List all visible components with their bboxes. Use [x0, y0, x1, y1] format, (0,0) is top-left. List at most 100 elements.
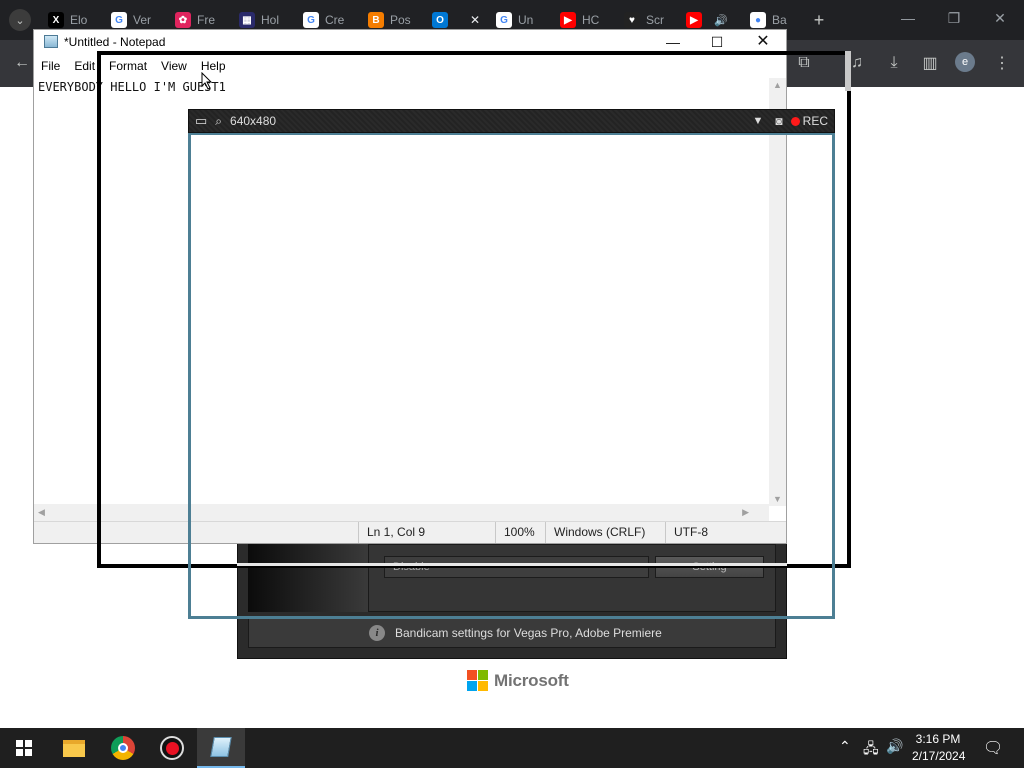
- volume-icon[interactable]: 🔊: [886, 738, 903, 755]
- microsoft-squares-icon: [467, 670, 488, 691]
- notepad-menu-bar: File Edit Format View Help: [34, 55, 786, 77]
- disable-dropdown[interactable]: Disable: [384, 556, 649, 578]
- flower-icon: ✿: [175, 12, 191, 28]
- back-arrow-icon[interactable]: ←: [11, 52, 33, 74]
- google-icon: G: [303, 12, 319, 28]
- notifications-icon[interactable]: 🗨: [983, 738, 1003, 758]
- bandicam-side-pane: [248, 544, 368, 612]
- notepad-app-icon: [44, 35, 58, 48]
- chrome-close-icon[interactable]: ✕: [990, 10, 1010, 27]
- scroll-right-icon[interactable]: ▶: [742, 507, 749, 518]
- taskbar-notepad[interactable]: [197, 728, 245, 768]
- download-icon[interactable]: ⤓: [883, 52, 905, 74]
- rec-button[interactable]: REC: [803, 114, 828, 128]
- network-icon[interactable]: 🖧: [863, 738, 879, 762]
- frame-guide-line: [237, 563, 787, 566]
- tab-search-chevron-icon[interactable]: ⌄: [9, 9, 31, 31]
- chrome-logo-icon: [111, 736, 135, 760]
- taskbar-clock[interactable]: 3:16 PM 2/17/2024: [912, 731, 966, 765]
- new-tab-button[interactable]: +: [808, 9, 830, 31]
- resolution-dropdown-icon[interactable]: ▼: [753, 115, 764, 127]
- microsoft-logo-text: Microsoft: [494, 670, 569, 690]
- rec-dot-icon: [790, 116, 800, 126]
- magnifier-icon[interactable]: ⌕: [215, 114, 222, 129]
- chrome-tab-label: Pos: [390, 13, 411, 27]
- notepad-minimize-icon[interactable]: —: [658, 32, 688, 52]
- notepad-horizontal-scrollbar[interactable]: ◀ ▶: [34, 504, 769, 521]
- chrome-tab-label: Ver: [133, 13, 152, 27]
- mouse-cursor-icon: [201, 72, 213, 90]
- setting-button[interactable]: Setting: [655, 556, 764, 578]
- camera-icon[interactable]: ◙: [775, 114, 782, 128]
- notepad-taskbar-icon: [210, 737, 232, 757]
- scroll-up-icon[interactable]: ▲: [773, 80, 782, 90]
- bandicam-icon: ●: [750, 12, 766, 28]
- info-icon: i: [369, 625, 385, 641]
- chrome-tab-label: Elo: [70, 13, 88, 27]
- x-logo-icon: X: [48, 12, 64, 28]
- grid-app-icon: ▦: [239, 12, 255, 28]
- status-zoom: 100%: [495, 522, 545, 543]
- bandicam-record-icon: [160, 736, 184, 760]
- microsoft-logo: Microsoft: [467, 670, 569, 691]
- tray-overflow-chevron-icon[interactable]: ⌃: [839, 738, 851, 755]
- start-button[interactable]: [0, 728, 48, 768]
- google-icon: G: [496, 12, 512, 28]
- blogger-icon: B: [368, 12, 384, 28]
- notepad-close-icon[interactable]: ✕: [748, 32, 778, 52]
- notepad-title: *Untitled - Notepad: [64, 35, 166, 49]
- chrome-tab-label: HC: [582, 13, 600, 27]
- chrome-tab-label: Cre: [325, 13, 345, 27]
- notepad-status-bar: Ln 1, Col 9 100% Windows (CRLF) UTF-8: [34, 521, 786, 543]
- taskbar-chrome[interactable]: [99, 728, 147, 768]
- taskbar-file-explorer[interactable]: [50, 728, 98, 768]
- chrome-restore-icon[interactable]: ❐: [944, 10, 964, 27]
- chrome-tab-label: Ba: [772, 13, 787, 27]
- media-control-icon[interactable]: ♫: [846, 52, 868, 74]
- clock-time: 3:16 PM: [915, 732, 961, 746]
- youtube-icon: ▶: [686, 12, 702, 28]
- chrome-tab-label: Fre: [197, 13, 215, 27]
- chrome-menu-kebab-icon[interactable]: ⋮: [991, 52, 1013, 74]
- bandicam-capture-toolbar[interactable]: ▭ ⌕ 640x480 ▼ ◙ REC: [188, 109, 835, 133]
- tab-audio-icon[interactable]: 🔊: [714, 14, 728, 27]
- notepad-window: *Untitled - Notepad — ☐ ✕ File Edit Form…: [33, 29, 787, 544]
- status-encoding: UTF-8: [665, 522, 786, 543]
- outlook-icon: O: [432, 12, 448, 28]
- menu-file[interactable]: File: [34, 56, 67, 76]
- side-panel-icon[interactable]: ▥: [919, 52, 941, 74]
- google-icon: G: [111, 12, 127, 28]
- notepad-vertical-scrollbar[interactable]: ▲ ▼: [769, 78, 786, 506]
- tab-close-icon[interactable]: ✕: [470, 13, 480, 27]
- extensions-puzzle-icon[interactable]: ⧉: [793, 52, 815, 74]
- menu-help[interactable]: Help: [194, 56, 233, 76]
- window-select-icon[interactable]: ▭: [195, 113, 207, 129]
- chrome-tab-label: Scr: [646, 13, 664, 27]
- status-cursor-position: Ln 1, Col 9: [358, 522, 495, 543]
- folder-icon: [63, 739, 85, 757]
- menu-view[interactable]: View: [154, 56, 194, 76]
- notepad-text-area[interactable]: EVERYBODY HELLO I'M GUEST1: [38, 80, 226, 94]
- menu-format[interactable]: Format: [102, 56, 154, 76]
- youtube-icon: ▶: [560, 12, 576, 28]
- scroll-down-icon[interactable]: ▼: [773, 494, 782, 504]
- windows-taskbar: ⌃ 🖧 🔊 3:16 PM 2/17/2024 🗨: [0, 728, 1024, 768]
- taskbar-bandicam[interactable]: [148, 728, 196, 768]
- chrome-tab-label: Un: [518, 13, 534, 27]
- scroll-left-icon[interactable]: ◀: [38, 507, 45, 518]
- bandicam-options-pane: [368, 544, 776, 612]
- bandicam-settings-panel: Disable Setting i Bandicam settings for …: [237, 543, 787, 659]
- notepad-maximize-icon[interactable]: ☐: [702, 32, 732, 52]
- chrome-minimize-icon[interactable]: —: [898, 10, 918, 26]
- windows-logo-icon: [16, 740, 32, 756]
- capture-resolution[interactable]: 640x480: [230, 114, 276, 128]
- notepad-title-bar[interactable]: *Untitled - Notepad — ☐ ✕: [34, 30, 786, 54]
- clock-date: 2/17/2024: [912, 749, 966, 763]
- status-line-ending: Windows (CRLF): [545, 522, 665, 543]
- bandicam-info-text[interactable]: Bandicam settings for Vegas Pro, Adobe P…: [395, 626, 662, 640]
- menu-edit[interactable]: Edit: [67, 56, 102, 76]
- record-heart-icon: ♥: [624, 12, 640, 28]
- bandicam-info-bar[interactable]: i Bandicam settings for Vegas Pro, Adobe…: [248, 618, 776, 648]
- profile-avatar[interactable]: e: [955, 52, 975, 72]
- chrome-tab-label: Hol: [261, 13, 280, 27]
